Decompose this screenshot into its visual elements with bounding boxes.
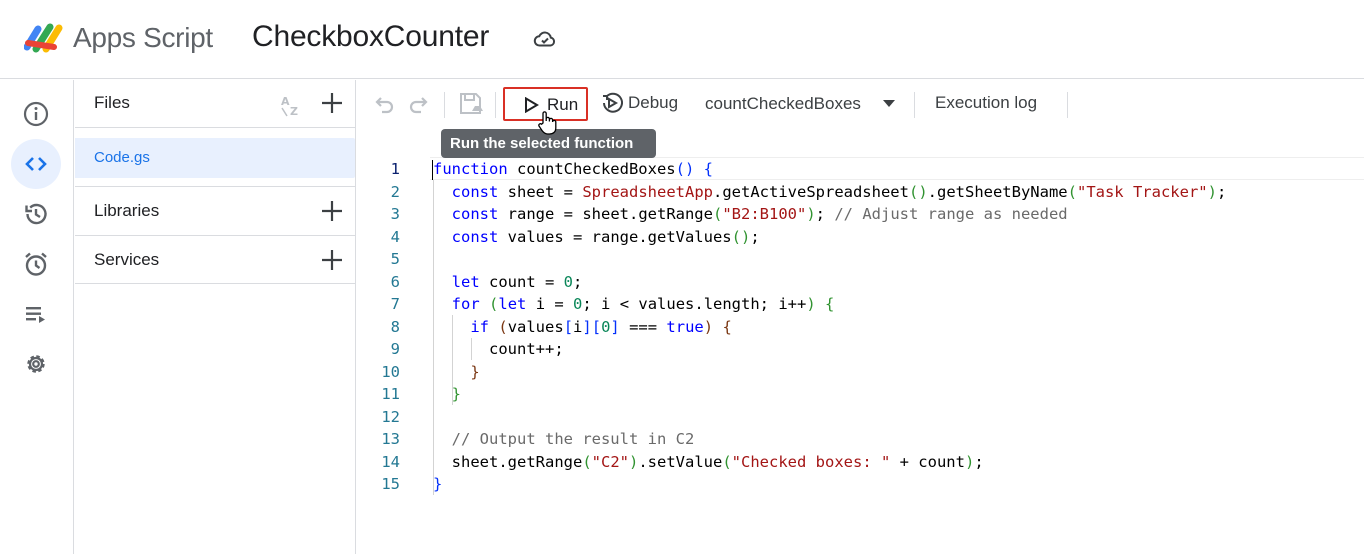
gear-icon: [27, 355, 45, 373]
line-number: 9: [390, 340, 400, 358]
code-line[interactable]: let count = 0;: [433, 273, 583, 291]
line-number: 3: [390, 205, 400, 223]
text-cursor: [432, 160, 433, 180]
selected-function: countCheckedBoxes: [705, 94, 861, 113]
code-line[interactable]: for (let i = 0; i < values.length; i++) …: [433, 295, 835, 313]
code-editor[interactable]: 1 2 3 4 5 6 7 8 9 10 11 12 13 14 15 function countChec…: [357, 157, 1364, 554]
toolbar-divider: [1067, 92, 1068, 118]
line-number: 15: [381, 475, 400, 493]
toolbar-divider: [914, 92, 915, 118]
code-line[interactable]: const range = sheet.getRange("B2:B100");…: [433, 205, 1068, 223]
executions-button[interactable]: [11, 289, 61, 339]
code-line[interactable]: const sheet = SpreadsheetApp.getActiveSp…: [433, 183, 1227, 201]
hand-pointer-icon: [538, 111, 557, 135]
indent-guide: [452, 315, 453, 405]
code-line[interactable]: if (values[i][0] === true) {: [433, 318, 731, 336]
line-number: 8: [390, 317, 400, 336]
settings-button[interactable]: [11, 339, 61, 389]
overview-button[interactable]: [11, 89, 61, 139]
divider: [75, 283, 356, 284]
sort-az-icon[interactable]: A Z: [279, 92, 305, 118]
line-number: 11: [381, 385, 400, 403]
history-icon: [25, 203, 47, 225]
save-drive-icon[interactable]: [458, 91, 484, 117]
toolbar-divider: [495, 92, 496, 118]
divider: [75, 235, 356, 236]
undo-icon[interactable]: [372, 92, 396, 116]
add-library-icon[interactable]: [320, 199, 344, 223]
alarm-clock-icon: [25, 252, 47, 276]
function-select[interactable]: countCheckedBoxes: [705, 91, 905, 117]
tooltip-text: Run the selected function: [450, 135, 634, 152]
code-line[interactable]: sheet.getRange("C2").setValue("Checked b…: [433, 453, 984, 471]
execution-log-button[interactable]: Execution log: [935, 93, 1037, 113]
add-service-icon[interactable]: [320, 248, 344, 272]
line-number: 4: [390, 227, 400, 246]
line-number: 6: [390, 272, 400, 291]
code-line[interactable]: }: [433, 475, 442, 493]
info-icon: [23, 101, 49, 127]
playlist-play-icon: [26, 307, 45, 323]
file-item-code-gs[interactable]: Code.gs: [75, 138, 355, 178]
file-name: Code.gs: [94, 149, 150, 166]
line-number: 5: [390, 250, 400, 268]
history-button[interactable]: [11, 189, 61, 239]
code-line[interactable]: // Output the result in C2: [433, 430, 695, 448]
debug-icon: [603, 92, 623, 113]
line-number: 1: [390, 160, 400, 178]
editor-button[interactable]: [11, 139, 61, 189]
apps-script-logo-icon[interactable]: [24, 19, 66, 53]
left-nav-rail: [0, 80, 74, 554]
add-file-icon[interactable]: [320, 91, 344, 115]
chevron-down-icon: [883, 100, 895, 107]
svg-text:A: A: [281, 95, 290, 108]
triggers-button[interactable]: [11, 239, 61, 289]
line-number: 12: [381, 407, 400, 426]
app-name[interactable]: Apps Script: [73, 22, 213, 54]
code-line[interactable]: }: [433, 385, 461, 403]
svg-text:Z: Z: [290, 105, 298, 118]
files-panel: Files A Z Code.gs Libraries Services: [75, 80, 356, 554]
redo-icon[interactable]: [407, 92, 431, 116]
indent-guide: [433, 180, 434, 495]
project-title[interactable]: CheckboxCounter: [252, 20, 489, 54]
toolbar-divider: [444, 92, 445, 118]
editor-toolbar: Run Debug countCheckedBoxes Execution lo…: [357, 80, 1364, 128]
indent-guide: [471, 338, 472, 360]
files-header: Files A Z: [75, 80, 356, 128]
code-line[interactable]: }: [433, 363, 479, 381]
services-label: Services: [94, 250, 160, 269]
divider: [75, 186, 356, 187]
line-number: 2: [390, 182, 400, 201]
files-label: Files: [94, 93, 130, 112]
libraries-label: Libraries: [94, 201, 160, 220]
app-header: Apps Script CheckboxCounter: [0, 0, 1364, 79]
line-number: 14: [381, 452, 400, 471]
cloud-saved-icon: [533, 31, 555, 47]
code-line[interactable]: const values = range.getValues();: [433, 228, 760, 246]
line-number: 13: [381, 430, 400, 448]
debug-label: Debug: [628, 93, 679, 112]
code-icon: [25, 157, 47, 171]
code-line[interactable]: function countCheckedBoxes() {: [433, 160, 713, 178]
line-number: 7: [390, 295, 400, 313]
line-number: 10: [381, 362, 400, 381]
